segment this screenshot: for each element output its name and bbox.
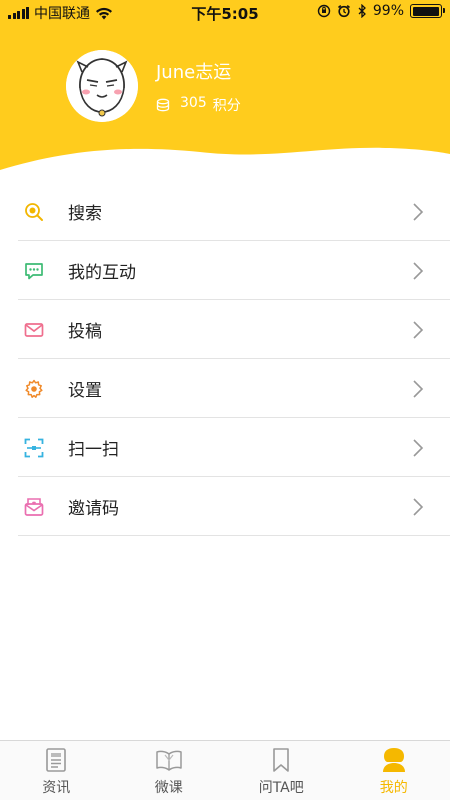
tab-label: 我的 <box>379 780 408 796</box>
alarm-icon <box>337 4 350 18</box>
invite-icon <box>24 498 44 516</box>
mail-icon <box>24 323 44 337</box>
avatar[interactable] <box>66 50 138 122</box>
chevron-right-icon <box>413 321 424 339</box>
status-bar: 中国联通 下午5:05 99% <box>0 0 450 24</box>
coins-icon <box>156 98 170 112</box>
tab-mine[interactable]: 我的 <box>338 741 450 800</box>
tab-micro-class[interactable]: 微课 <box>113 741 226 800</box>
tab-ask[interactable]: 问TA吧 <box>225 741 338 800</box>
battery-icon <box>410 4 445 18</box>
scan-icon <box>24 438 44 458</box>
username: June志运 <box>156 62 232 83</box>
tab-bar: 资讯 微课 问TA吧 我的 <box>0 740 450 800</box>
book-icon <box>156 750 182 771</box>
chevron-right-icon <box>413 498 424 516</box>
avatar-cat-image <box>66 50 138 122</box>
menu-item-label: 搜索 <box>68 204 102 224</box>
bluetooth-icon <box>358 4 366 18</box>
search-icon <box>25 203 43 221</box>
battery-percent: 99% <box>372 3 404 19</box>
points-value: 305 <box>180 95 207 111</box>
chat-icon <box>25 263 43 280</box>
menu-item-invite-code[interactable]: 邀请码 <box>0 477 450 536</box>
menu-item-settings[interactable]: 设置 <box>0 359 450 418</box>
points-unit: 积分 <box>212 98 241 114</box>
menu-item-label: 投稿 <box>68 322 102 342</box>
tab-label: 微课 <box>154 780 183 796</box>
menu-item-search[interactable]: 搜索 <box>0 182 450 241</box>
chevron-right-icon <box>413 203 424 221</box>
header-wave <box>0 147 450 180</box>
news-icon <box>46 748 67 772</box>
menu-item-contribute[interactable]: 投稿 <box>0 300 450 359</box>
menu-item-label: 我的互动 <box>68 263 136 283</box>
tab-label: 资讯 <box>42 780 71 796</box>
menu-item-label: 扫一扫 <box>68 440 119 460</box>
chevron-right-icon <box>413 380 424 398</box>
orientation-lock-icon <box>317 4 331 18</box>
menu-item-label: 邀请码 <box>68 499 119 519</box>
tab-news[interactable]: 资讯 <box>0 741 113 800</box>
chevron-right-icon <box>413 262 424 280</box>
menu-item-label: 设置 <box>68 381 102 401</box>
menu-item-my-interactions[interactable]: 我的互动 <box>0 241 450 300</box>
menu-list: 搜索 我的互动 投稿 设置 扫一扫 邀请码 <box>0 182 450 536</box>
points-row: 305 积分 <box>156 95 241 115</box>
menu-item-scan[interactable]: 扫一扫 <box>0 418 450 477</box>
chevron-right-icon <box>413 439 424 457</box>
gear-icon <box>25 379 43 398</box>
tab-label: 问TA吧 <box>258 780 304 796</box>
user-icon <box>382 748 405 772</box>
bookmark-icon <box>273 748 290 772</box>
